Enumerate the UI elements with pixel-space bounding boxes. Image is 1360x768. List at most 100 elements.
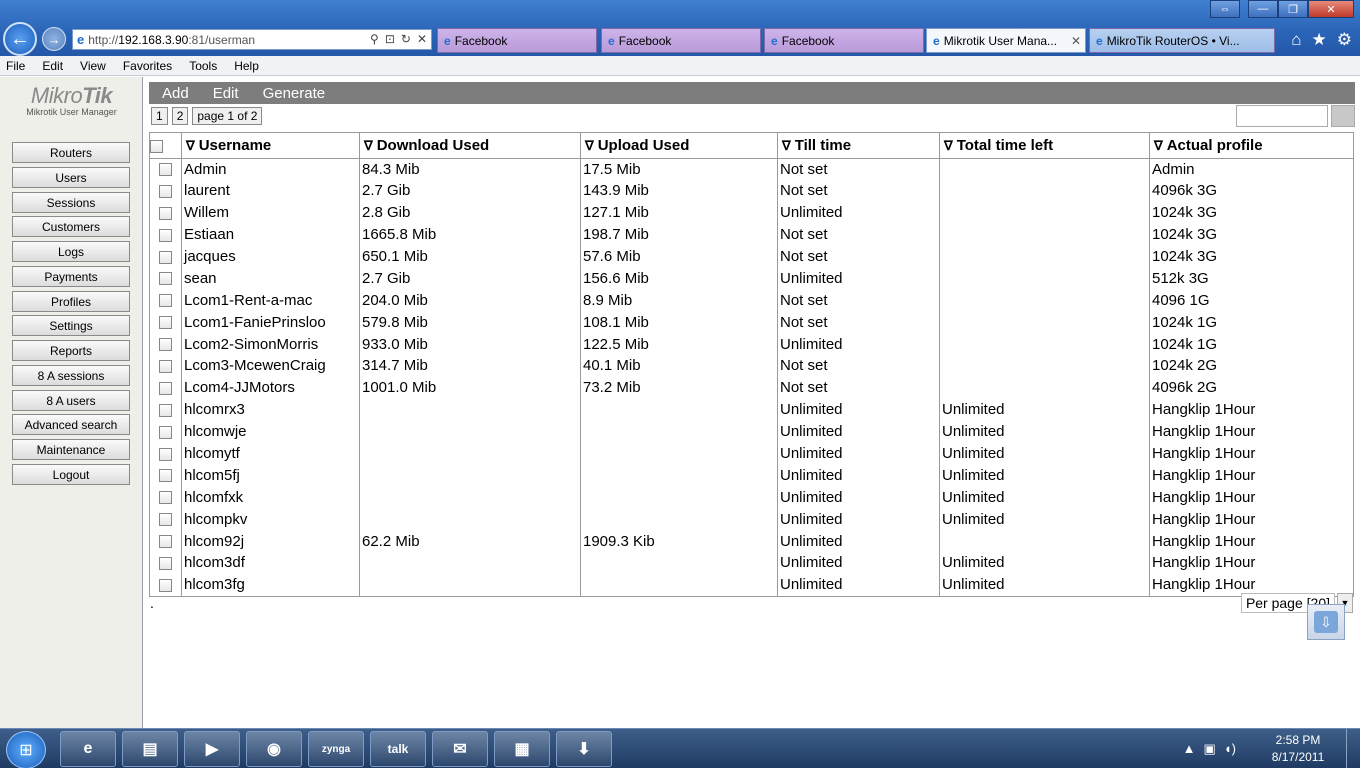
tab-facebook-3[interactable]: e Facebook [764,28,924,53]
sidebar-item-advanced-search[interactable]: Advanced search [12,414,130,435]
edit-button[interactable]: Edit [213,85,239,102]
resize-icon[interactable]: ⇔ [1210,0,1240,18]
row-checkbox[interactable] [159,338,172,352]
table-row[interactable]: hlcomrx3 Unlimited Unlimited Hangklip 1Hour [149,399,1354,422]
row-checkbox[interactable] [159,272,172,286]
winrar-icon[interactable]: ▦ [494,731,550,767]
row-checkbox[interactable] [159,294,172,308]
maximize-button[interactable]: ❐ [1278,0,1308,18]
row-checkbox[interactable] [159,447,172,461]
row-checkbox[interactable] [159,316,172,330]
show-desktop-button[interactable] [1346,729,1360,768]
table-row[interactable]: hlcom92j 62.2 Mib 1909.3 Kib Unlimited Hangk… [149,530,1354,553]
table-row[interactable]: hlcomytf Unlimited Unlimited Hangklip 1Hour [149,443,1354,465]
cell-username[interactable]: laurent [181,180,360,203]
table-row[interactable]: hlcompkv Unlimited Unlimited Hangklip 1Hour [149,508,1354,531]
compat-view-icon[interactable]: ⊡ [385,32,395,46]
cell-username[interactable]: Lcom3-McewenCraig [181,355,360,378]
volume-icon[interactable]: ◖) [1224,741,1236,757]
start-button[interactable]: ⊞ [6,731,46,768]
table-row[interactable]: Lcom1-Rent-a-mac 204.0 Mib 8.9 Mib Not set 4… [149,289,1354,312]
gtalk-icon[interactable]: talk [370,731,426,767]
cell-username[interactable]: Lcom2-SimonMorris [181,333,360,356]
sidebar-item-routers[interactable]: Routers [12,142,130,163]
cell-username[interactable]: hlcom3fg [181,574,360,597]
refresh-icon[interactable]: ↻ [401,32,411,46]
sidebar-item-profiles[interactable]: Profiles [12,291,130,312]
network-icon[interactable]: ▣ [1204,741,1216,757]
table-row[interactable]: jacques 650.1 Mib 57.6 Mib Not set 1024k 3G [149,246,1354,268]
row-checkbox[interactable] [159,206,172,220]
cell-username[interactable]: Admin [181,158,360,181]
page-1-button[interactable]: 1 [151,107,168,125]
menu-edit[interactable]: Edit [42,59,63,73]
cell-username[interactable]: hlcomrx3 [181,399,360,422]
table-row[interactable]: laurent 2.7 Gib 143.9 Mib Not set 4096k 3G [149,180,1354,203]
forward-button[interactable]: → [42,27,66,51]
sidebar-item-payments[interactable]: Payments [12,266,130,287]
menu-favorites[interactable]: Favorites [123,59,172,73]
cell-username[interactable]: hlcomwje [181,421,360,444]
firefox-icon[interactable]: ◉ [246,731,302,767]
col-upload-used[interactable]: ∇ Upload Used [580,132,778,159]
page-2-button[interactable]: 2 [171,107,189,125]
cell-username[interactable]: hlcom92j [181,530,360,553]
cell-username[interactable]: Lcom1-Rent-a-mac [181,289,360,312]
cell-username[interactable]: hlcomytf [181,443,360,465]
gear-icon[interactable]: ⚙ [1337,30,1352,50]
row-checkbox[interactable] [159,513,172,527]
address-bar[interactable]: e http://192.168.3.90:81/userman ⚲ ⊡ ↻ ✕ [72,29,432,50]
favorites-star-icon[interactable]: ★ [1312,30,1327,50]
home-icon[interactable]: ⌂ [1291,30,1301,50]
row-checkbox[interactable] [159,163,172,177]
tab-routeros[interactable]: e MikroTik RouterOS • Vi... [1089,28,1275,53]
sidebar-item-sessions[interactable]: Sessions [12,192,130,213]
table-row[interactable]: Estiaan 1665.8 Mib 198.7 Mib Not set 1024k 3… [149,224,1354,247]
scroll-down-button[interactable]: ⇩ [1307,604,1345,640]
sidebar-item-logout[interactable]: Logout [12,464,130,485]
tab-user-manager[interactable]: e Mikrotik User Mana... ✕ [926,28,1086,53]
sidebar-item-reports[interactable]: Reports [12,340,130,361]
cell-username[interactable]: hlcom3df [181,552,360,575]
table-row[interactable]: hlcom3df Unlimited Unlimited Hangklip 1Hour [149,552,1354,575]
table-row[interactable]: Admin 84.3 Mib 17.5 Mib Not set Admin [149,158,1354,181]
row-checkbox[interactable] [159,557,172,570]
cell-username[interactable]: hlcompkv [181,508,360,531]
menu-help[interactable]: Help [234,59,259,73]
search-button[interactable] [1331,105,1355,127]
table-row[interactable]: Willem 2.8 Gib 127.1 Mib Unlimited 1024k 3G [149,202,1354,225]
row-checkbox[interactable] [159,250,172,264]
row-checkbox[interactable] [159,228,172,242]
col-till-time[interactable]: ∇ Till time [777,132,940,159]
ie-icon[interactable]: e [60,731,116,767]
row-checkbox[interactable] [159,491,172,505]
table-row[interactable]: Lcom1-FaniePrinsloo 579.8 Mib 108.1 Mib Not… [149,311,1354,334]
tab-facebook-2[interactable]: e Facebook [601,28,761,53]
col-username[interactable]: ∇ Username [181,132,360,159]
select-all-checkbox[interactable] [150,139,163,153]
zynga-icon[interactable]: zynga [308,731,364,767]
close-window-button[interactable]: ✕ [1308,0,1354,18]
tab-facebook-1[interactable]: e Facebook [437,28,597,53]
menu-tools[interactable]: Tools [189,59,217,73]
col-total-time-left[interactable]: ∇ Total time left [939,132,1150,159]
show-hidden-icons-icon[interactable]: ▲ [1183,741,1196,757]
table-row[interactable]: hlcom5fj Unlimited Unlimited Hangklip 1Hour [149,464,1354,487]
table-row[interactable]: Lcom2-SimonMorris 933.0 Mib 122.5 Mib Unlim… [149,333,1354,356]
clock[interactable]: 2:58 PM 8/17/2011 [1256,732,1340,766]
stop-icon[interactable]: ✕ [417,32,427,46]
cell-username[interactable]: Lcom1-FaniePrinsloo [181,311,360,334]
row-checkbox[interactable] [159,425,172,439]
table-row[interactable]: Lcom4-JJMotors 1001.0 Mib 73.2 Mib Not set 4… [149,377,1354,400]
row-checkbox[interactable] [159,535,172,549]
cell-username[interactable]: Willem [181,202,360,225]
add-button[interactable]: Add [162,85,189,102]
cell-username[interactable]: hlcomfxk [181,486,360,509]
table-row[interactable]: hlcomfxk Unlimited Unlimited Hangklip 1Hour [149,486,1354,509]
sidebar-item-logs[interactable]: Logs [12,241,130,262]
row-checkbox[interactable] [159,578,172,592]
table-row[interactable]: sean 2.7 Gib 156.6 Mib Unlimited 512k 3G [149,267,1354,290]
sidebar-item-settings[interactable]: Settings [12,315,130,336]
download-icon[interactable]: ⬇ [556,731,612,767]
row-checkbox[interactable] [159,469,172,483]
